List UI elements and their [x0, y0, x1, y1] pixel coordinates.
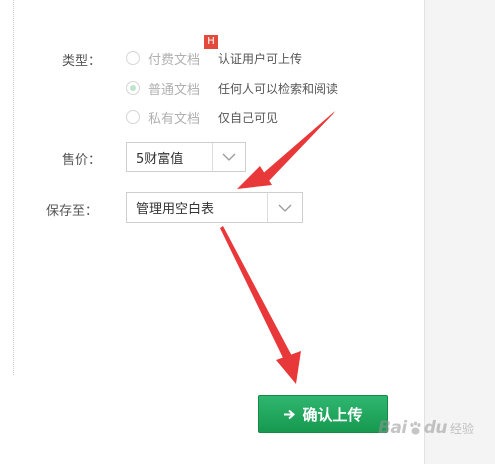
annotation-arrows	[220, 111, 335, 384]
annotation-arrow-to-save-select	[260, 111, 335, 184]
baidu-watermark: Bai du 经验	[378, 418, 474, 438]
watermark-brand-suffix: du	[423, 418, 448, 438]
watermark-text: 经验	[450, 421, 475, 436]
annotation-arrow-to-submit	[220, 226, 293, 362]
annotation-arrow-head-2	[276, 351, 301, 384]
paw-icon	[408, 421, 423, 436]
watermark-brand: Bai	[378, 418, 407, 438]
annotation-arrow-head-1	[237, 166, 272, 189]
